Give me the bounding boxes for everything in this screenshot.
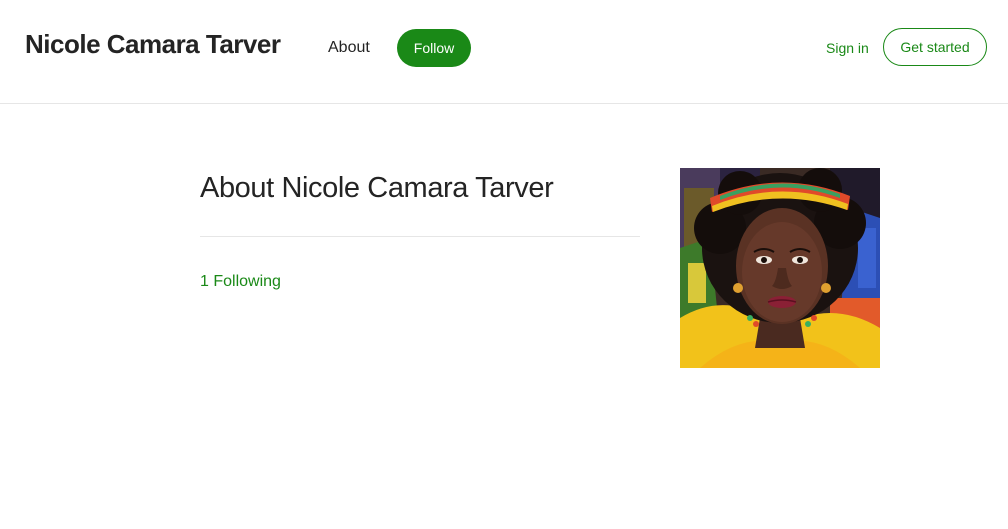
following-count-link[interactable]: 1 Following: [200, 272, 281, 292]
site-title[interactable]: Nicole Camara Tarver: [25, 28, 281, 60]
avatar[interactable]: [680, 168, 880, 368]
follow-button[interactable]: Follow: [397, 29, 471, 67]
profile-photo-icon: [680, 168, 880, 368]
page-title: About Nicole Camara Tarver: [200, 172, 554, 204]
sign-in-link[interactable]: Sign in: [826, 39, 869, 57]
get-started-button[interactable]: Get started: [883, 28, 987, 66]
site-header: Nicole Camara Tarver About Follow Sign i…: [0, 0, 1008, 104]
divider: [200, 236, 640, 237]
nav-about-link[interactable]: About: [328, 38, 370, 58]
